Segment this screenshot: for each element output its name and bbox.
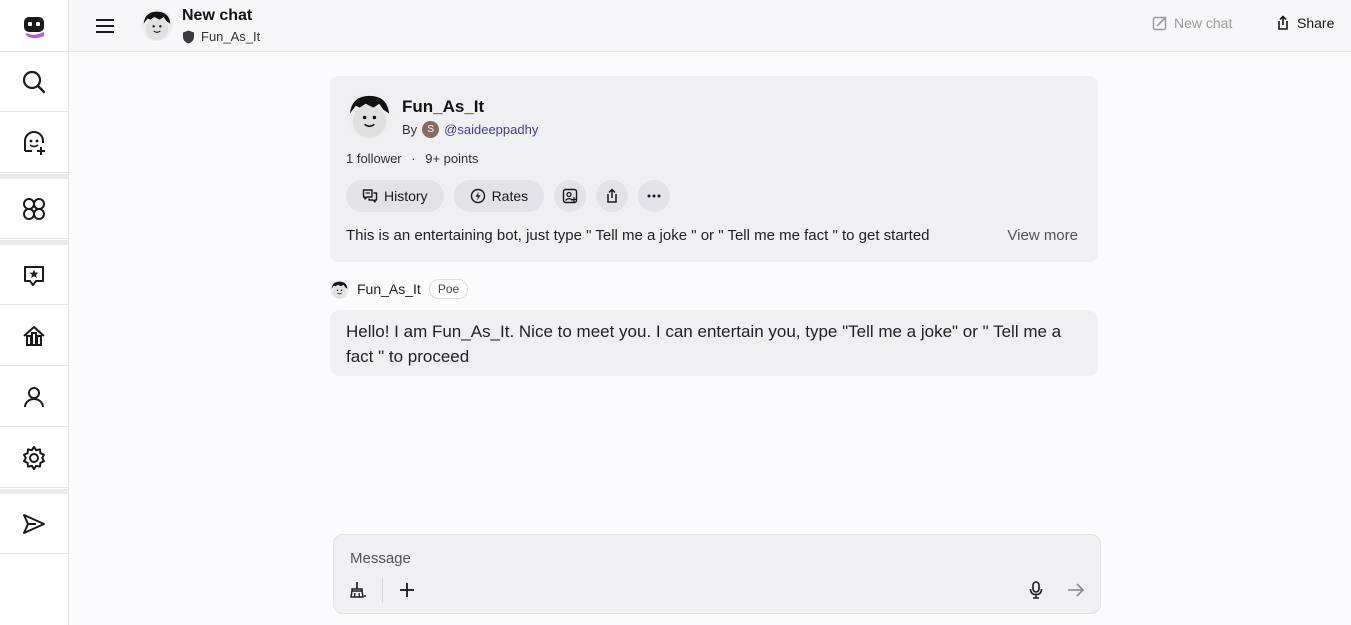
poe-badge: Poe bbox=[428, 279, 469, 299]
shield-icon bbox=[183, 30, 194, 43]
sidebar-item-creators[interactable] bbox=[0, 306, 68, 366]
clear-context-button[interactable] bbox=[346, 578, 370, 602]
message-composer: Message bbox=[333, 534, 1101, 614]
history-button[interactable]: History bbox=[346, 180, 444, 212]
attach-button[interactable] bbox=[395, 578, 419, 602]
bot-info-card: Fun_As_It By S @saideeppadhy 1 follower … bbox=[330, 76, 1098, 262]
history-label: History bbox=[384, 188, 428, 204]
new-chat-icon bbox=[1152, 16, 1167, 31]
bot-subtitle[interactable]: Fun_As_It bbox=[182, 29, 260, 44]
bot-face-icon bbox=[346, 92, 393, 139]
broom-icon bbox=[350, 582, 366, 598]
stats-separator: · bbox=[411, 151, 416, 166]
composer-divider bbox=[382, 577, 383, 603]
plus-icon bbox=[400, 583, 414, 597]
bot-avatar-large[interactable] bbox=[346, 92, 393, 139]
bot-creator: By S @saideeppadhy bbox=[402, 121, 538, 138]
new-chat-label: New chat bbox=[1174, 15, 1233, 31]
add-user-icon bbox=[562, 188, 578, 204]
sidebar-item-create-bot[interactable] bbox=[0, 113, 68, 173]
menu-button[interactable] bbox=[93, 14, 117, 38]
bot-name: Fun_As_It bbox=[402, 97, 485, 116]
hamburger-icon bbox=[96, 19, 114, 33]
message-header: Fun_As_It Poe bbox=[330, 279, 469, 299]
bot-actions: History Rates bbox=[346, 180, 671, 212]
bot-avatar[interactable] bbox=[141, 9, 173, 41]
poe-logo[interactable] bbox=[0, 0, 68, 52]
sidebar-item-explore[interactable] bbox=[0, 179, 68, 239]
creator-handle-link[interactable]: @saideeppadhy bbox=[444, 122, 538, 137]
bot-name-label: Fun_As_It bbox=[201, 29, 261, 44]
by-label: By bbox=[402, 122, 418, 137]
settings-icon bbox=[23, 445, 45, 470]
message-sender[interactable]: Fun_As_It bbox=[357, 281, 421, 297]
lightning-icon bbox=[470, 188, 485, 204]
message-avatar[interactable] bbox=[330, 279, 349, 299]
points-count: 9+ points bbox=[425, 151, 479, 166]
followers-count[interactable]: 1 follower bbox=[346, 151, 402, 166]
voice-input-button[interactable] bbox=[1024, 578, 1048, 602]
more-dots-icon bbox=[647, 194, 661, 198]
share-bot-button[interactable] bbox=[596, 180, 629, 212]
profile-icon bbox=[24, 386, 44, 407]
creator-avatar[interactable]: S bbox=[422, 121, 440, 138]
create-bot-icon bbox=[24, 130, 45, 155]
bot-description: This is an entertaining bot, just type "… bbox=[346, 227, 930, 244]
sidebar-item-feedback[interactable] bbox=[0, 494, 68, 554]
send-feedback-icon bbox=[23, 513, 45, 534]
history-icon bbox=[362, 189, 378, 203]
bot-stats: 1 follower · 9+ points bbox=[346, 151, 478, 166]
creator-hub-icon bbox=[23, 325, 45, 346]
view-more-link[interactable]: View more bbox=[1007, 227, 1078, 244]
arrow-right-icon bbox=[1068, 583, 1085, 597]
microphone-icon bbox=[1029, 581, 1043, 599]
sidebar-rail bbox=[0, 0, 69, 625]
sidebar-item-settings[interactable] bbox=[0, 428, 68, 488]
send-button[interactable] bbox=[1064, 578, 1088, 602]
add-bot-button[interactable] bbox=[554, 180, 587, 212]
sidebar-item-bots[interactable] bbox=[0, 245, 68, 305]
bot-face-icon bbox=[141, 9, 173, 41]
explore-bots-icon bbox=[23, 197, 45, 220]
page-title: New chat bbox=[182, 7, 253, 24]
rates-label: Rates bbox=[491, 188, 529, 204]
bot-message: Hello! I am Fun_As_It. Nice to meet you.… bbox=[330, 310, 1098, 376]
bot-face-icon bbox=[330, 279, 349, 299]
bot-chat-icon bbox=[24, 265, 44, 286]
sidebar-item-search[interactable] bbox=[0, 52, 68, 112]
more-options-button[interactable] bbox=[638, 180, 671, 212]
top-bar: New chat Fun_As_It New chat Share bbox=[69, 0, 1351, 52]
new-chat-button[interactable]: New chat bbox=[1152, 15, 1232, 31]
share-icon bbox=[1278, 15, 1288, 30]
rates-button[interactable]: Rates bbox=[453, 180, 545, 212]
share-button[interactable]: Share bbox=[1275, 15, 1334, 31]
sidebar-item-profile[interactable] bbox=[0, 367, 68, 427]
message-input[interactable]: Message bbox=[350, 550, 411, 567]
search-icon bbox=[22, 70, 46, 93]
poe-logo-icon bbox=[24, 16, 45, 38]
share-icon bbox=[607, 188, 617, 203]
share-label: Share bbox=[1297, 15, 1335, 31]
